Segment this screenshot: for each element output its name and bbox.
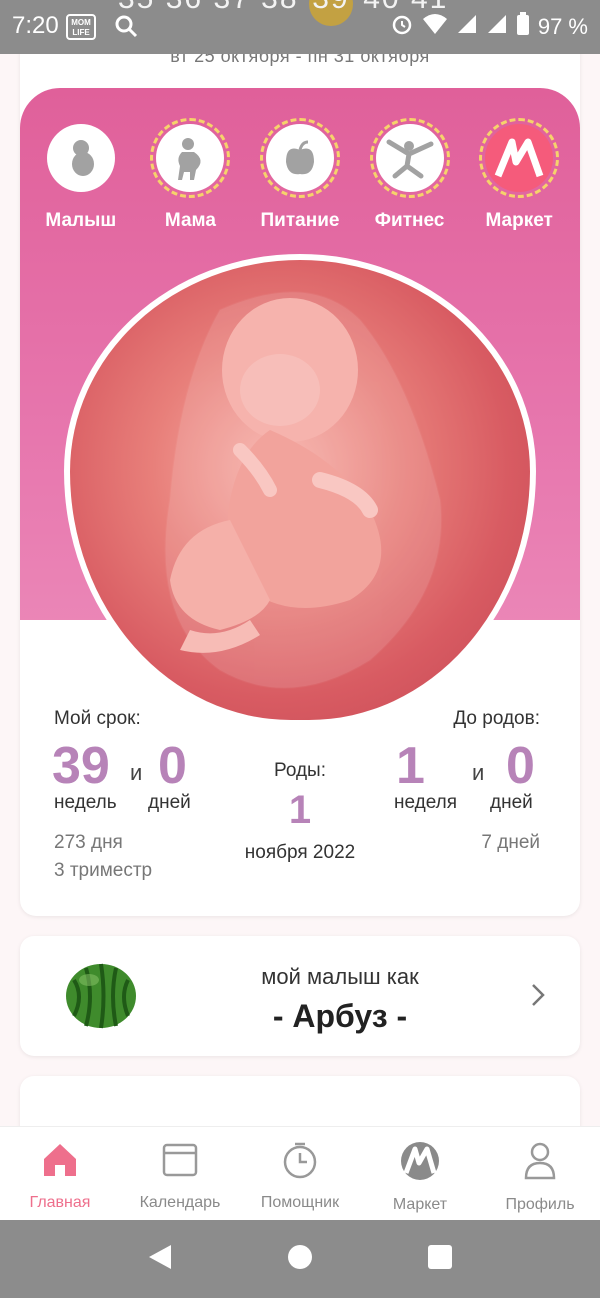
category-label: Малыш	[45, 210, 117, 231]
birth-day: 1	[288, 788, 312, 832]
nav-label: Профиль	[505, 1196, 575, 1213]
category-mom[interactable]: Мама	[140, 118, 240, 232]
category-label: Питание	[260, 210, 340, 231]
term-total-days: 273 дня	[54, 832, 123, 853]
until-total-days: 7 дней	[481, 832, 540, 853]
term-and: и	[130, 760, 143, 785]
nav-label: Помощник	[260, 1194, 340, 1211]
market-logo-icon	[485, 124, 554, 192]
category-market[interactable]: Маркет	[469, 118, 569, 232]
term-weeks-unit: недель	[54, 792, 117, 813]
baby-size-card[interactable]: мой малыш как - Арбуз -	[20, 936, 580, 1056]
until-weeks-unit: неделя	[394, 792, 458, 813]
app-logo: MOM LIFE	[66, 14, 96, 40]
home-icon	[41, 1141, 79, 1184]
week-37[interactable]: 37	[213, 0, 250, 15]
term-days-value: 0	[158, 737, 187, 795]
category-ring	[479, 118, 560, 198]
category-ring	[369, 118, 450, 198]
bottom-nav: Главная Календарь Помощник Маркет Профил…	[0, 1126, 600, 1220]
home-circle-icon[interactable]	[287, 1244, 313, 1275]
until-days-value: 0	[506, 737, 535, 795]
nav-profile[interactable]: Профиль	[480, 1127, 600, 1220]
nav-label: Календарь	[139, 1194, 221, 1211]
chevron-right-icon[interactable]	[530, 982, 546, 1013]
watermelon-icon	[64, 960, 138, 1035]
my-term-title: Мой срок:	[54, 708, 141, 729]
nav-market[interactable]: Маркет	[360, 1127, 480, 1220]
category-row: Малыш Мама Питание Фитнес Маркет	[20, 118, 580, 232]
signal-icon	[456, 13, 478, 41]
until-birth-title: До родов:	[453, 708, 540, 729]
category-label: Мама	[164, 210, 216, 231]
until-and: и	[472, 760, 485, 785]
category-ring	[259, 118, 340, 198]
category-fitness[interactable]: Фитнес	[360, 118, 460, 232]
alarm-icon	[390, 12, 414, 42]
nav-label: Маркет	[392, 1196, 448, 1213]
search-icon	[114, 14, 138, 43]
until-weeks-value: 1	[396, 737, 425, 795]
status-bar: 35 36 37 38 39 40 41 7:20 MOMLIFE 97 %	[0, 0, 600, 54]
birth-month-year: ноября 2022	[244, 842, 356, 863]
nav-home[interactable]: Главная	[0, 1127, 120, 1220]
baby-icon	[46, 124, 115, 192]
category-ring	[150, 118, 231, 198]
apple-icon	[265, 124, 334, 192]
pregnant-mom-icon	[156, 124, 225, 192]
signal-icon-2	[486, 13, 508, 41]
category-nutrition[interactable]: Питание	[250, 118, 350, 232]
battery-level: 97 %	[537, 14, 588, 39]
back-icon[interactable]	[147, 1243, 173, 1276]
recents-icon[interactable]	[427, 1244, 453, 1275]
term-weeks-value: 39	[52, 737, 110, 795]
category-ring	[41, 118, 121, 198]
profile-icon	[521, 1141, 559, 1186]
until-days-unit: дней	[490, 792, 533, 813]
battery-icon	[516, 12, 530, 42]
nav-calendar[interactable]: Календарь	[120, 1127, 240, 1220]
baby-size-subtitle: мой малыш как	[261, 964, 419, 989]
week-38[interactable]: 38	[261, 0, 298, 15]
week-current[interactable]: 39	[308, 0, 353, 26]
category-label: Фитнес	[374, 210, 445, 231]
market-icon	[400, 1141, 440, 1186]
term-info: Мой срок: 39 и 0 недель дней 273 дня 3 т…	[20, 700, 580, 916]
timer-icon	[281, 1141, 319, 1184]
category-label: Маркет	[485, 210, 553, 231]
fetus-frame	[64, 254, 536, 726]
nav-label: Главная	[29, 1194, 91, 1211]
system-nav-bar	[0, 1220, 600, 1298]
fetus-illustration	[70, 260, 530, 720]
week-36[interactable]: 36	[166, 0, 203, 15]
birth-title: Роды:	[273, 760, 326, 781]
term-days-unit: дней	[148, 792, 191, 813]
wifi-icon	[422, 13, 448, 41]
week-35[interactable]: 35	[118, 0, 155, 15]
calendar-icon	[161, 1141, 199, 1184]
clock: 7:20	[12, 12, 59, 39]
category-baby[interactable]: Малыш	[31, 118, 131, 232]
nav-assistant[interactable]: Помощник	[240, 1127, 360, 1220]
term-trimester: 3 триместр	[54, 860, 153, 881]
baby-size-fruit: - Арбуз -	[272, 998, 408, 1034]
yoga-icon	[375, 124, 444, 192]
